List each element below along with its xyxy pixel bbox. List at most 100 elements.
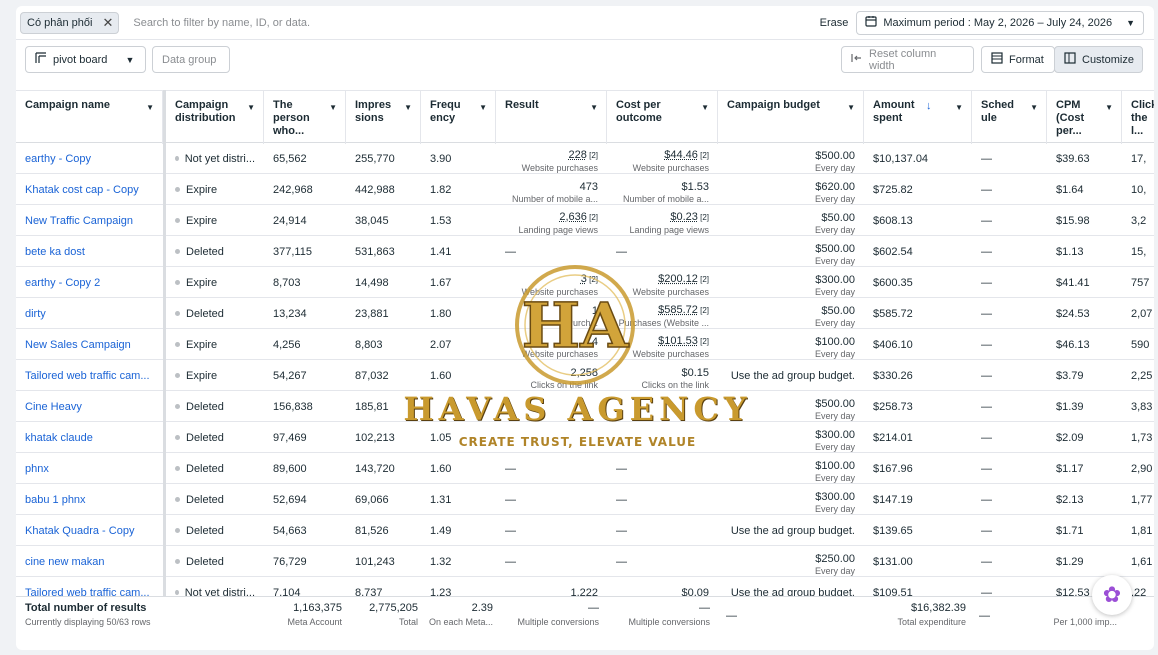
cell-clicks: 17, xyxy=(1122,143,1154,174)
close-icon[interactable]: ✕ xyxy=(102,15,113,31)
chevron-down-icon[interactable]: ▼ xyxy=(701,101,709,114)
campaign-name-link[interactable]: babu 1 phnx xyxy=(25,494,86,506)
table-row[interactable]: Cine Heavy Deleted 156,838 185,81 $500.00 Eve… xyxy=(16,391,1154,422)
cell-freq: 1.80 xyxy=(421,298,493,329)
chevron-down-icon[interactable]: ▼ xyxy=(955,101,963,114)
chevron-down-icon[interactable]: ▼ xyxy=(329,101,337,114)
campaign-name-link[interactable]: cine new makan xyxy=(25,556,105,568)
cell-name[interactable]: bete ka dost xyxy=(16,236,163,267)
chevron-down-icon[interactable]: ▼ xyxy=(1030,101,1038,114)
cost-value: $44.46 xyxy=(664,149,698,161)
cell-name[interactable]: New Sales Campaign xyxy=(16,329,163,360)
status-text: Deleted xyxy=(186,245,224,258)
pivot-board-dropdown[interactable]: pivot board ▼ xyxy=(25,46,146,73)
campaign-name-link[interactable]: Tailored web traffic cam... xyxy=(25,370,150,382)
cell-cpm: $1.17 xyxy=(1047,453,1122,484)
cell-name[interactable]: cine new makan xyxy=(16,546,163,577)
col-header-impressions[interactable]: Impres sions ▼ xyxy=(346,91,421,144)
campaign-name-link[interactable]: Khatak Quadra - Copy xyxy=(25,525,134,537)
campaign-name-link[interactable]: earthy - Copy 2 xyxy=(25,277,100,289)
campaign-name-link[interactable]: bete ka dost xyxy=(25,246,85,258)
result-value: 228 xyxy=(568,149,587,161)
customize-button[interactable]: Customize xyxy=(1054,46,1143,73)
cost-value-line: $0.23 [2] xyxy=(670,211,709,224)
value-impr: 101,243 xyxy=(355,555,395,568)
assistant-flower-icon[interactable]: ✿ xyxy=(1092,575,1132,615)
cell-name[interactable]: earthy - Copy 2 xyxy=(16,267,163,298)
col-header-reach[interactable]: The person who... ▼ xyxy=(264,91,346,144)
value-freq: 1.05 xyxy=(430,431,452,444)
campaign-name-link[interactable]: Cine Heavy xyxy=(25,401,82,413)
cell-sched: — xyxy=(972,360,1047,391)
cell-name[interactable]: Tailored web traffic cam... xyxy=(16,360,163,391)
table-row[interactable]: Khatak Quadra - Copy Deleted 54,663 81,526 1… xyxy=(16,515,1154,546)
cell-name[interactable]: dirty xyxy=(16,298,163,329)
col-header-clicks[interactable]: Click the l... xyxy=(1122,91,1154,144)
col-header-frequency[interactable]: Frequ ency ▼ xyxy=(421,91,496,144)
col-header-distribution[interactable]: Campaign distribution ▼ xyxy=(166,91,264,144)
reset-column-width-button[interactable]: Reset column width xyxy=(841,46,974,73)
chevron-down-icon[interactable]: ▼ xyxy=(247,101,255,114)
table-row[interactable]: dirty Deleted 13,234 23,881 1.80 1 Purch... $58… xyxy=(16,298,1154,329)
cell-name[interactable]: earthy - Copy xyxy=(16,143,163,174)
cost-type: Clicks on the link xyxy=(641,380,709,390)
total-result: — Multiple conversions xyxy=(496,601,599,629)
result-value-line: 4 xyxy=(592,336,598,348)
campaign-name-link[interactable]: Khatak cost cap - Copy xyxy=(25,184,139,196)
cost-value: — xyxy=(616,493,627,506)
date-period-picker[interactable]: Maximum period : May 2, 2026 – July 24, … xyxy=(856,10,1144,35)
col-header-budget[interactable]: Campaign budget ▼ xyxy=(718,91,864,144)
chevron-down-icon[interactable]: ▼ xyxy=(847,101,855,114)
col-header-amount-spent[interactable]: Amount spent ↓ ▼ xyxy=(864,91,972,144)
col-header-cost-per-outcome[interactable]: Cost per outcome ▼ xyxy=(607,91,718,144)
campaign-name-link[interactable]: dirty xyxy=(25,308,46,320)
cpm-value: $1.13 xyxy=(1056,245,1084,258)
col-header-schedule[interactable]: Sched ule ▼ xyxy=(972,91,1047,144)
col-header-cpm[interactable]: CPM (Cost per... ▼ xyxy=(1047,91,1122,144)
table-row[interactable]: earthy - Copy Not yet distri... 65,562 255,… xyxy=(16,143,1154,174)
campaign-name-link[interactable]: New Sales Campaign xyxy=(25,339,131,351)
table-row[interactable]: earthy - Copy 2 Expire 8,703 14,498 1.67 3 [2… xyxy=(16,267,1154,298)
cell-status: Deleted xyxy=(166,546,264,577)
table-row[interactable]: phnx Deleted 89,600 143,720 1.60 — — $100.00 Eve… xyxy=(16,453,1154,484)
campaign-name-link[interactable]: phnx xyxy=(25,463,49,475)
cell-budget: $100.00 Every day xyxy=(718,329,864,360)
erase-button[interactable]: Erase xyxy=(820,17,849,29)
cell-name[interactable]: Khatak cost cap - Copy xyxy=(16,174,163,205)
cell-name[interactable]: khatak claude xyxy=(16,422,163,453)
chevron-down-icon[interactable]: ▼ xyxy=(479,101,487,114)
budget-value: Use the ad group budget. xyxy=(730,524,855,537)
cell-name[interactable]: New Traffic Campaign xyxy=(16,205,163,236)
cell-name[interactable]: Khatak Quadra - Copy xyxy=(16,515,163,546)
table-row[interactable]: cine new makan Deleted 76,729 101,243 1.32 — —… xyxy=(16,546,1154,577)
format-button[interactable]: Format xyxy=(981,46,1055,73)
campaign-name-link[interactable]: New Traffic Campaign xyxy=(25,215,133,227)
cell-name[interactable]: Cine Heavy xyxy=(16,391,163,422)
chevron-down-icon[interactable]: ▼ xyxy=(1105,101,1113,114)
cell-clicks: 1,73 xyxy=(1122,422,1154,453)
cell-name[interactable]: babu 1 phnx xyxy=(16,484,163,515)
chevron-down-icon[interactable]: ▼ xyxy=(146,101,154,114)
data-group-button[interactable]: Data group xyxy=(152,46,230,73)
filter-chip[interactable]: Có phân phối ✕ xyxy=(20,11,120,34)
clicks-value: 10, xyxy=(1131,183,1147,196)
table-row[interactable]: New Traffic Campaign Expire 24,914 38,045 1.… xyxy=(16,205,1154,236)
table-row[interactable]: Khatak cost cap - Copy Expire 242,968 442,9… xyxy=(16,174,1154,205)
table-row[interactable]: Tailored web traffic cam... Expire 54,267 8… xyxy=(16,360,1154,391)
schedule-value: — xyxy=(981,493,992,506)
campaign-name-link[interactable]: earthy - Copy xyxy=(25,153,91,165)
cell-clicks: 2,90 xyxy=(1122,453,1154,484)
table-row[interactable]: bete ka dost Deleted 377,115 531,863 1.41 — — $… xyxy=(16,236,1154,267)
cell-name[interactable]: phnx xyxy=(16,453,163,484)
table-row[interactable]: New Sales Campaign Expire 4,256 8,803 2.07 4 W… xyxy=(16,329,1154,360)
col-header-result[interactable]: Result ▼ xyxy=(496,91,607,144)
chevron-down-icon[interactable]: ▼ xyxy=(590,101,598,114)
chevron-down-icon[interactable]: ▼ xyxy=(404,101,412,114)
table-row[interactable]: khatak claude Deleted 97,469 102,213 1.05 $30… xyxy=(16,422,1154,453)
col-header-campaign-name[interactable]: Campaign name ▼ xyxy=(16,91,163,144)
table-row[interactable]: babu 1 phnx Deleted 52,694 69,066 1.31 — — $300… xyxy=(16,484,1154,515)
value-reach: 76,729 xyxy=(273,555,307,568)
search-input[interactable]: Search to filter by name, ID, or data. xyxy=(133,17,819,29)
sort-down-icon[interactable]: ↓ xyxy=(926,100,932,113)
campaign-name-link[interactable]: khatak claude xyxy=(25,432,93,444)
